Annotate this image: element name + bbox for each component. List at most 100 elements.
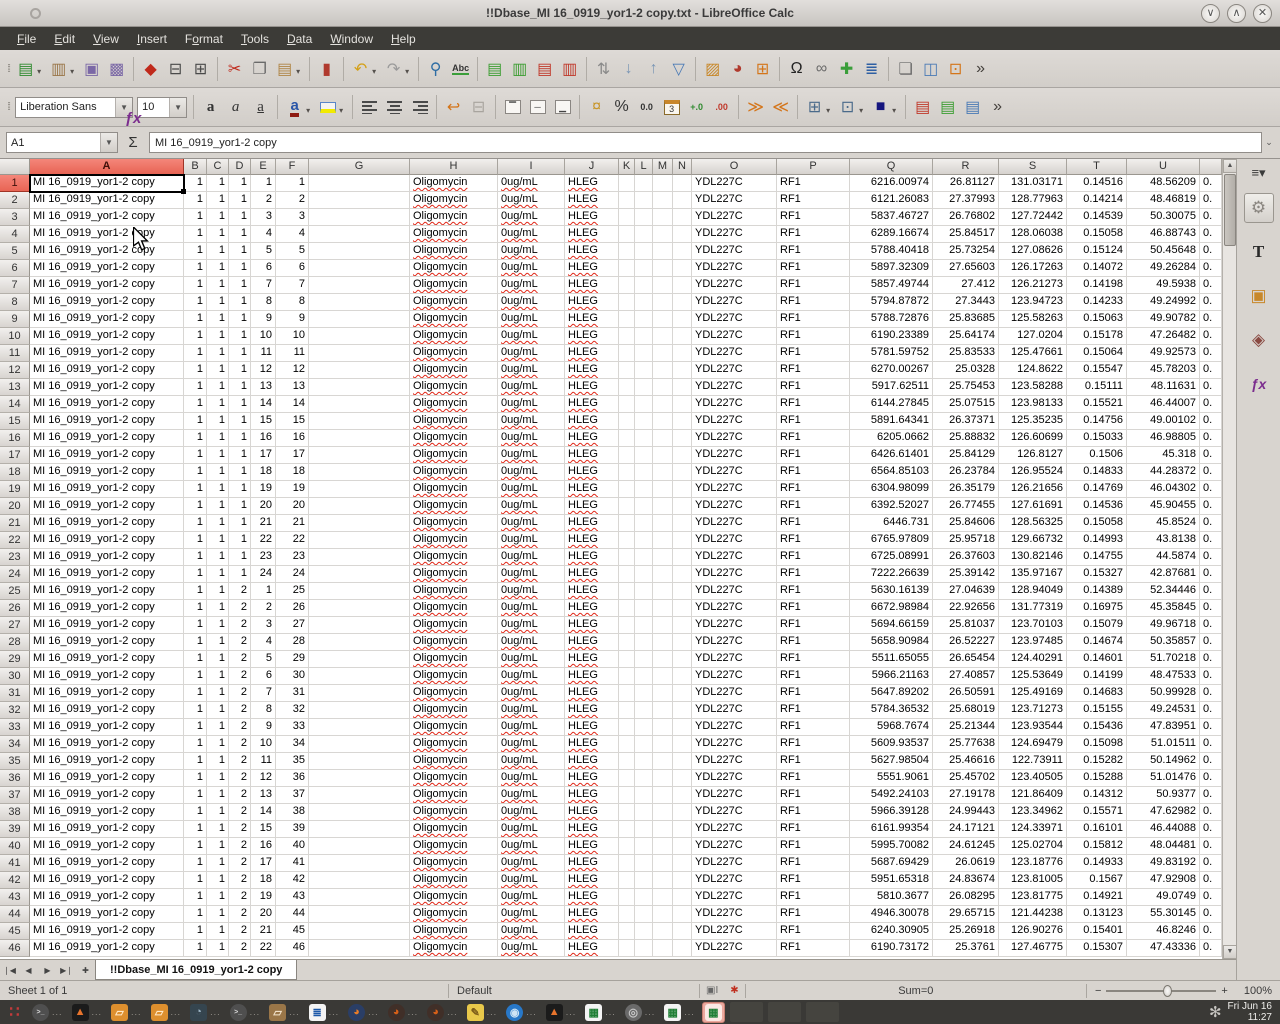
taskbar-item[interactable]: ◕... (386, 1003, 421, 1022)
cell[interactable]: 1 (207, 515, 229, 532)
new-icon[interactable]: ▤ (13, 56, 38, 82)
cell[interactable]: 5951.65318 (850, 872, 933, 889)
cell[interactable]: RF1 (777, 719, 850, 736)
cell[interactable] (635, 549, 653, 566)
cell[interactable]: 0ug/mL (498, 311, 565, 328)
cell[interactable]: 6240.30905 (850, 923, 933, 940)
cell[interactable]: 127.72442 (999, 209, 1067, 226)
cell[interactable]: 38 (276, 804, 309, 821)
insert-image-icon[interactable]: ▨ (700, 56, 725, 82)
row-header-19[interactable]: 19 (0, 481, 30, 498)
cell[interactable] (635, 651, 653, 668)
cell[interactable]: 1 (207, 243, 229, 260)
cell[interactable] (619, 566, 635, 583)
cell[interactable]: HLEG (565, 515, 619, 532)
cell[interactable]: 4 (251, 226, 276, 243)
cell[interactable] (653, 209, 673, 226)
cell[interactable] (673, 804, 692, 821)
cell[interactable] (673, 855, 692, 872)
cell[interactable]: 123.71273 (999, 702, 1067, 719)
cell[interactable]: 1 (229, 294, 251, 311)
cell[interactable]: 122.73911 (999, 753, 1067, 770)
formula-input[interactable]: MI 16_0919_yor1-2 copy (149, 132, 1262, 153)
cell[interactable]: 3 (251, 209, 276, 226)
cell[interactable]: 0. (1200, 906, 1222, 923)
cell[interactable]: 1 (184, 668, 207, 685)
cell[interactable]: 46 (276, 940, 309, 957)
cell[interactable] (653, 311, 673, 328)
cell[interactable]: 0ug/mL (498, 702, 565, 719)
cell[interactable]: 1 (184, 940, 207, 957)
cell[interactable]: YDL227C (692, 634, 777, 651)
row-header-32[interactable]: 32 (0, 702, 30, 719)
highlight-color-icon-dropdown[interactable]: ▾ (339, 106, 347, 115)
paste-icon[interactable]: ▤ (272, 56, 297, 82)
conditional-iconset-icon[interactable]: ▤ (960, 94, 985, 120)
cell[interactable] (653, 804, 673, 821)
cell[interactable]: YDL227C (692, 651, 777, 668)
cell[interactable]: YDL227C (692, 192, 777, 209)
hyperlink-icon[interactable]: ∞ (809, 56, 834, 82)
cell[interactable] (673, 685, 692, 702)
cell[interactable]: RF1 (777, 498, 850, 515)
taskbar-item[interactable]: ▱... (267, 1003, 302, 1022)
cell[interactable]: 0ug/mL (498, 634, 565, 651)
cell[interactable]: YDL227C (692, 855, 777, 872)
cell[interactable]: 2 (229, 838, 251, 855)
cell[interactable] (619, 668, 635, 685)
cell[interactable]: 10 (251, 736, 276, 753)
cell[interactable]: 27.40857 (933, 668, 999, 685)
cell[interactable]: 2 (229, 787, 251, 804)
cell[interactable]: 21 (276, 515, 309, 532)
cell[interactable]: MI 16_0919_yor1-2 copy (30, 702, 184, 719)
cell[interactable]: 0. (1200, 277, 1222, 294)
cell[interactable]: MI 16_0919_yor1-2 copy (30, 838, 184, 855)
row-header-3[interactable]: 3 (0, 209, 30, 226)
cell[interactable]: 123.81005 (999, 872, 1067, 889)
cell[interactable]: 0.14199 (1067, 668, 1127, 685)
cell[interactable]: 0ug/mL (498, 821, 565, 838)
cell[interactable]: 1 (229, 396, 251, 413)
cell[interactable] (309, 430, 410, 447)
cell[interactable]: 27.04639 (933, 583, 999, 600)
cell[interactable] (673, 719, 692, 736)
cell[interactable]: 1 (207, 702, 229, 719)
row-header-9[interactable]: 9 (0, 311, 30, 328)
cell[interactable]: 125.49169 (999, 685, 1067, 702)
cell[interactable] (619, 600, 635, 617)
cell[interactable]: Oligomycin (410, 838, 498, 855)
cell[interactable]: 18 (251, 872, 276, 889)
redo-icon[interactable]: ↷ (381, 56, 406, 82)
cell[interactable]: 123.70103 (999, 617, 1067, 634)
cell[interactable]: 0.14536 (1067, 498, 1127, 515)
cell[interactable]: HLEG (565, 872, 619, 889)
cell[interactable]: YDL227C (692, 243, 777, 260)
cell[interactable]: HLEG (565, 430, 619, 447)
name-box-dropdown-icon[interactable]: ▼ (100, 133, 117, 152)
cell[interactable]: 0. (1200, 651, 1222, 668)
cell[interactable]: 5 (251, 651, 276, 668)
cell[interactable]: YDL227C (692, 923, 777, 940)
cell[interactable]: 48.47533 (1127, 668, 1200, 685)
cell[interactable]: HLEG (565, 600, 619, 617)
cell[interactable]: 1 (184, 464, 207, 481)
cell[interactable]: 0. (1200, 804, 1222, 821)
cell[interactable]: 6205.0662 (850, 430, 933, 447)
cell[interactable]: 1 (207, 804, 229, 821)
cell[interactable] (309, 770, 410, 787)
cell[interactable] (653, 294, 673, 311)
cell[interactable]: 0. (1200, 668, 1222, 685)
cell[interactable]: 0. (1200, 515, 1222, 532)
cell[interactable] (309, 243, 410, 260)
cell[interactable]: 2 (251, 600, 276, 617)
cell[interactable]: 8 (251, 702, 276, 719)
cell[interactable]: MI 16_0919_yor1-2 copy (30, 175, 184, 192)
cell[interactable]: 1 (229, 515, 251, 532)
cell[interactable]: 52.34446 (1127, 583, 1200, 600)
cell[interactable] (635, 447, 653, 464)
cell[interactable]: 1 (229, 447, 251, 464)
cell[interactable]: 25.75453 (933, 379, 999, 396)
cell[interactable]: 25.26918 (933, 923, 999, 940)
cell[interactable]: 131.03171 (999, 175, 1067, 192)
cell[interactable]: Oligomycin (410, 617, 498, 634)
